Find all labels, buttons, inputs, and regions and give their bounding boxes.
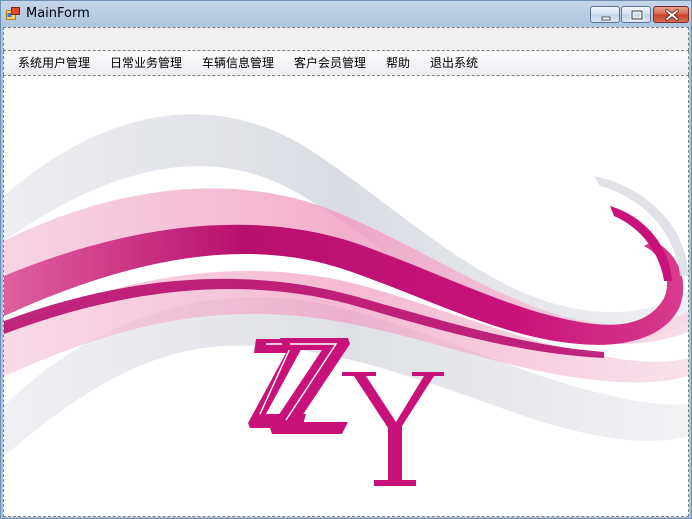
main-window: MainForm 系统用户管理 日常业务管理 车辆信息管理 客户会员管理 帮助 … (0, 0, 692, 519)
menu-item-system-users[interactable]: 系统用户管理 (18, 55, 90, 71)
menu-item-customer-members[interactable]: 客户会员管理 (294, 55, 366, 71)
menu-item-vehicle-info[interactable]: 车辆信息管理 (202, 55, 274, 71)
close-button[interactable] (653, 6, 689, 23)
menu-item-daily-business[interactable]: 日常业务管理 (110, 55, 182, 71)
minimize-icon (601, 16, 611, 21)
maximize-icon (630, 9, 644, 21)
tool-strip (3, 27, 689, 51)
menu-item-exit[interactable]: 退出系统 (430, 55, 478, 71)
title-bar[interactable]: MainForm (1, 1, 691, 27)
zzy-logo (248, 338, 444, 486)
menu-item-help[interactable]: 帮助 (386, 55, 410, 71)
window-title: MainForm (26, 6, 90, 21)
menu-strip: 系统用户管理 日常业务管理 车辆信息管理 客户会员管理 帮助 退出系统 (3, 51, 689, 75)
client-area: 系统用户管理 日常业务管理 车辆信息管理 客户会员管理 帮助 退出系统 (3, 27, 689, 517)
maximize-button[interactable] (621, 6, 651, 23)
background-image-panel (3, 75, 689, 517)
close-icon (665, 9, 679, 21)
app-window-icon (6, 7, 20, 20)
minimize-button[interactable] (590, 6, 620, 23)
